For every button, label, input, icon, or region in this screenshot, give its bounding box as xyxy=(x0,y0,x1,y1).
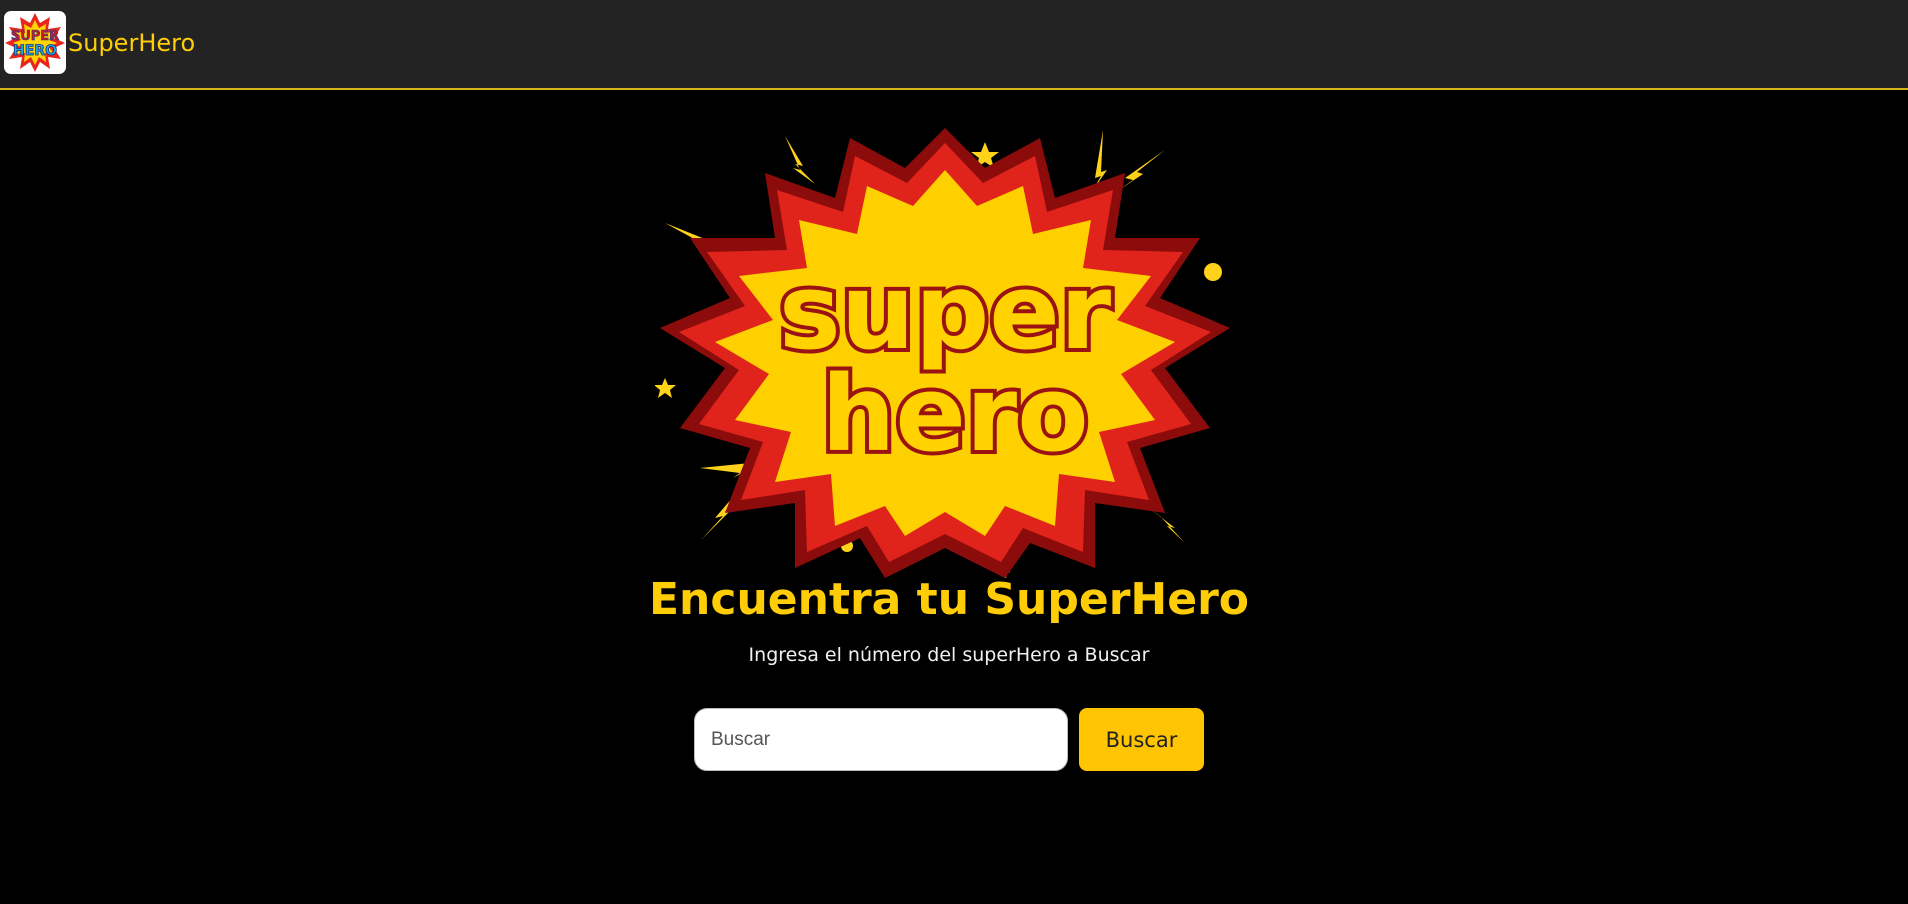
svg-text:hero: hero xyxy=(821,353,1088,475)
svg-text:HERO: HERO xyxy=(13,43,57,59)
hero-logo-image: super hero xyxy=(654,128,1235,583)
page-subtitle: Ingresa el número del superHero a Buscar xyxy=(748,644,1150,666)
brand-name[interactable]: SuperHero xyxy=(68,27,195,59)
search-button[interactable]: Buscar xyxy=(1079,708,1204,771)
brand-logo[interactable]: SUPER HERO xyxy=(4,11,66,74)
svg-text:SUPER: SUPER xyxy=(11,29,59,44)
superhero-badge-icon: SUPER HERO xyxy=(5,13,65,72)
search-input[interactable] xyxy=(694,708,1068,771)
page-title: Encuentra tu SuperHero xyxy=(648,574,1249,625)
navbar: SUPER HERO SuperHero xyxy=(0,0,1908,90)
